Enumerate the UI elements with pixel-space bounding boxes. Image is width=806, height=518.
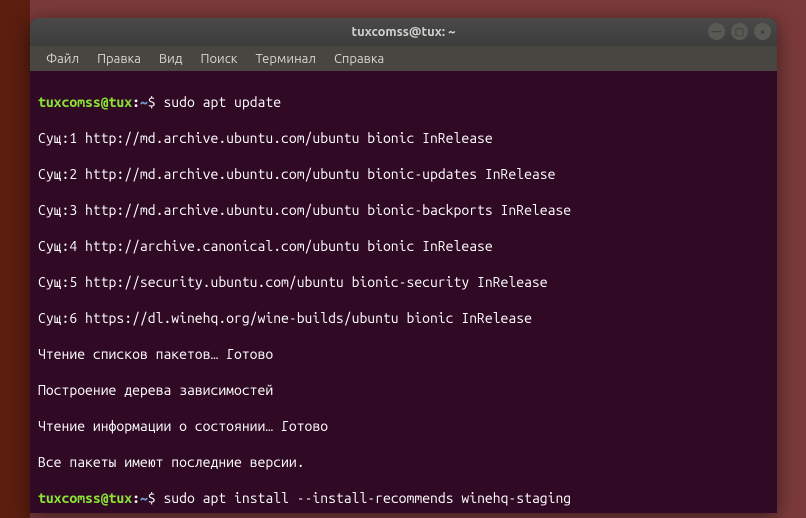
menu-terminal[interactable]: Терминал — [247, 49, 323, 69]
prompt-dollar: $ — [148, 94, 164, 110]
menu-edit[interactable]: Правка — [89, 49, 149, 69]
prompt-dollar: $ — [148, 490, 164, 506]
command-text: sudo apt install --install-recommends wi… — [163, 490, 571, 506]
output-line: Все пакеты имеют последние версии. — [38, 453, 769, 471]
prompt-user: tuxcomss@tux — [38, 490, 132, 506]
menubar: Файл Правка Вид Поиск Терминал Справка — [30, 46, 777, 71]
prompt-path: ~ — [140, 94, 148, 110]
menu-search[interactable]: Поиск — [192, 49, 245, 69]
prompt-line: tuxcomss@tux:~$ sudo apt install --insta… — [38, 489, 769, 507]
terminal-window: tuxcomss@tux: ~ — □ × Файл Правка Вид По… — [30, 18, 777, 513]
prompt-colon: : — [132, 490, 140, 506]
window-title: tuxcomss@tux: ~ — [352, 25, 456, 39]
close-icon: × — [760, 27, 766, 37]
terminal-output[interactable]: tuxcomss@tux:~$ sudo apt update Сущ:1 ht… — [30, 71, 777, 513]
desktop-left-edge — [0, 0, 30, 518]
prompt-path: ~ — [140, 490, 148, 506]
titlebar[interactable]: tuxcomss@tux: ~ — □ × — [30, 18, 777, 46]
prompt-colon: : — [132, 94, 140, 110]
prompt-user: tuxcomss@tux — [38, 94, 132, 110]
output-line: Сущ:2 http://md.archive.ubuntu.com/ubunt… — [38, 165, 769, 183]
menu-file[interactable]: Файл — [38, 49, 87, 69]
minimize-icon: — — [712, 27, 722, 37]
menu-view[interactable]: Вид — [151, 49, 191, 69]
maximize-button[interactable]: □ — [731, 23, 748, 40]
command-text: sudo apt update — [163, 94, 281, 110]
output-line: Сущ:4 http://archive.canonical.com/ubunt… — [38, 237, 769, 255]
prompt-line: tuxcomss@tux:~$ sudo apt update — [38, 93, 769, 111]
output-line: Сущ:5 http://security.ubuntu.com/ubuntu … — [38, 273, 769, 291]
minimize-button[interactable]: — — [708, 23, 725, 40]
output-line: Сущ:6 https://dl.winehq.org/wine-builds/… — [38, 309, 769, 327]
output-line: Сущ:1 http://md.archive.ubuntu.com/ubunt… — [38, 129, 769, 147]
output-line: Чтение информации о состоянии… Готово — [38, 417, 769, 435]
output-line: Сущ:3 http://md.archive.ubuntu.com/ubunt… — [38, 201, 769, 219]
output-line: Построение дерева зависимостей — [38, 381, 769, 399]
menu-help[interactable]: Справка — [326, 49, 392, 69]
maximize-icon: □ — [735, 27, 744, 37]
close-button[interactable]: × — [754, 23, 771, 40]
window-controls: — □ × — [708, 23, 771, 40]
output-line: Чтение списков пакетов… Готово — [38, 345, 769, 363]
